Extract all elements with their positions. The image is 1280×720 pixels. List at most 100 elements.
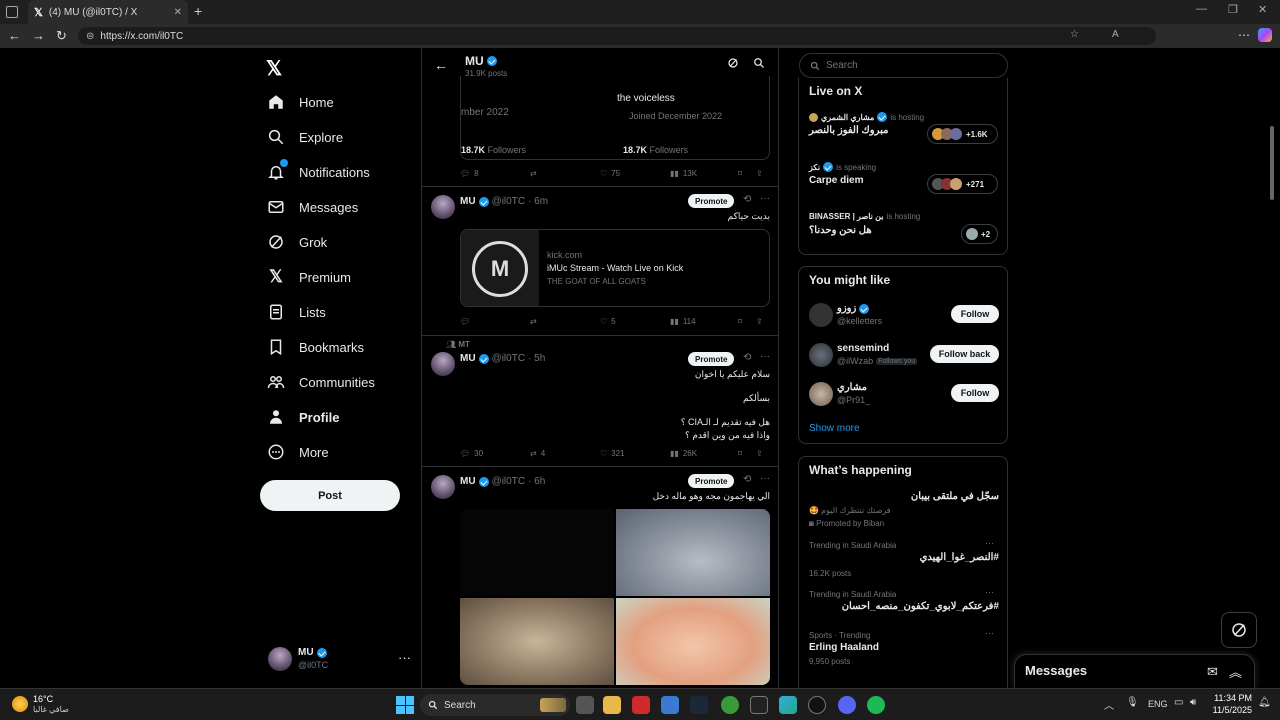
tab-actions-icon[interactable] bbox=[6, 6, 18, 18]
more-dots-icon[interactable]: ··· bbox=[985, 587, 994, 597]
share-button[interactable]: ⇪ bbox=[756, 449, 763, 458]
close-window-icon[interactable]: ✕ bbox=[1258, 3, 1267, 16]
weather-icon[interactable] bbox=[12, 696, 28, 712]
post-button[interactable]: Post bbox=[260, 480, 400, 511]
more-dots-icon[interactable]: ··· bbox=[985, 538, 994, 548]
live-item[interactable]: مشاري الشمري is hosting مبروك الفوز بالنص… bbox=[809, 112, 999, 152]
steam-icon[interactable] bbox=[690, 696, 708, 714]
live-item[interactable]: BINASSER | بن ناصر is hosting هل نحن وحدن… bbox=[809, 212, 999, 252]
epic-games-icon[interactable] bbox=[750, 696, 768, 714]
quoted-card[interactable]: mber 2022 the voiceless Joined December … bbox=[460, 76, 770, 160]
minimize-icon[interactable]: — bbox=[1196, 3, 1207, 15]
discord-icon[interactable] bbox=[838, 696, 856, 714]
favorite-icon[interactable]: ☆ bbox=[1070, 29, 1079, 40]
promoted-trend[interactable]: سجّل في ملتقى بيبان فرصتك تنتظرك اليوم 🤩… bbox=[809, 489, 999, 531]
like-button[interactable]: ♡ 75 bbox=[600, 169, 670, 178]
listeners-pill[interactable]: +2 bbox=[961, 224, 998, 244]
like-button[interactable]: ♡ 5 bbox=[600, 317, 670, 326]
share-button[interactable]: ⇪ bbox=[756, 317, 763, 326]
author-name[interactable]: MU bbox=[460, 476, 476, 487]
reply-button[interactable]: 💬︎ bbox=[460, 317, 530, 326]
views-button[interactable]: ▮▮ 13K bbox=[670, 169, 738, 178]
new-tab-icon[interactable]: + bbox=[194, 3, 202, 19]
suggestion-row[interactable]: مشاري @Pr91_ Follow bbox=[809, 380, 999, 410]
bookmark-button[interactable]: ⌑ bbox=[738, 169, 756, 178]
copilot-icon[interactable] bbox=[1258, 28, 1272, 42]
language-indicator[interactable]: ENG bbox=[1148, 699, 1168, 709]
suggestion-row[interactable]: زوزو @kelletters Follow bbox=[809, 301, 999, 331]
clock-time[interactable]: 11:34 PM bbox=[1212, 693, 1252, 703]
back-arrow-icon[interactable]: ← bbox=[434, 57, 448, 73]
search-input[interactable]: Search bbox=[799, 53, 1008, 78]
post-time[interactable]: · 5h bbox=[528, 353, 545, 364]
retweet-button[interactable]: ⇄ bbox=[530, 169, 600, 178]
author-name[interactable]: MU bbox=[460, 196, 476, 207]
promote-button[interactable]: Promote bbox=[688, 352, 735, 366]
network-icon[interactable]: ▭ bbox=[1174, 697, 1183, 708]
more-dots-icon[interactable]: ··· bbox=[760, 473, 770, 484]
bookmark-button[interactable]: ⌑ bbox=[738, 317, 756, 326]
listeners-pill[interactable]: +1.6K bbox=[927, 124, 998, 144]
refresh-icon[interactable]: ↻ bbox=[56, 28, 67, 44]
back-icon[interactable]: ← bbox=[8, 28, 21, 43]
address-bar[interactable]: ⊜ https://x.com/il0TC ☆ A bbox=[78, 27, 1156, 45]
spotify-icon[interactable] bbox=[867, 696, 885, 714]
messages-dock[interactable]: Messages ✉ ︽ bbox=[1014, 654, 1255, 688]
share-button[interactable]: ⇪ bbox=[756, 169, 763, 178]
nav-explore[interactable]: Explore bbox=[266, 126, 343, 148]
like-button[interactable]: ♡ 321 bbox=[600, 449, 670, 458]
media-image[interactable] bbox=[460, 509, 614, 596]
more-dots-icon[interactable]: ··· bbox=[760, 351, 770, 362]
nav-bookmarks[interactable]: Bookmarks bbox=[266, 336, 364, 358]
browser-tab[interactable]: 𝕏 (4) MU (@il0TC) / X ✕ bbox=[28, 0, 188, 24]
chevron-up-icon[interactable]: ︿ bbox=[1104, 697, 1114, 712]
more-dots-icon[interactable]: ··· bbox=[760, 193, 770, 204]
maximize-icon[interactable]: ❐ bbox=[1228, 3, 1238, 16]
read-aloud-icon[interactable]: A bbox=[1112, 29, 1119, 40]
edge-icon[interactable] bbox=[779, 696, 797, 714]
reply-button[interactable]: 💬︎ 30 bbox=[460, 449, 530, 458]
file-explorer-icon[interactable] bbox=[603, 696, 621, 714]
bookmark-button[interactable]: ⌑ bbox=[738, 449, 756, 458]
forward-icon[interactable]: → bbox=[32, 28, 45, 43]
trend-item[interactable]: Sports · Trending ··· Erling Haaland 9,9… bbox=[809, 628, 999, 673]
grok-icon[interactable] bbox=[727, 57, 739, 69]
live-item[interactable]: نكز is speaking Carpe diem +271 bbox=[809, 162, 999, 202]
grok-floating-button[interactable] bbox=[1221, 612, 1257, 648]
show-more-link[interactable]: Show more bbox=[809, 423, 860, 434]
new-message-icon[interactable]: ✉ bbox=[1207, 664, 1218, 680]
chevron-up-icon[interactable]: ︽ bbox=[1229, 662, 1242, 681]
retweet-button[interactable]: ⇄ bbox=[530, 317, 600, 326]
app-red-icon[interactable] bbox=[632, 696, 650, 714]
xbox-icon[interactable] bbox=[721, 696, 739, 714]
more-dots-icon[interactable]: ··· bbox=[985, 628, 994, 638]
post-time[interactable]: · 6h bbox=[528, 476, 545, 487]
nav-profile[interactable]: Profile bbox=[266, 406, 339, 428]
media-grid[interactable] bbox=[460, 509, 770, 685]
media-image-cartoon-cat[interactable] bbox=[616, 509, 770, 596]
search-icon[interactable] bbox=[753, 57, 765, 69]
trend-item[interactable]: Trending in Saudi Arabia ··· #فرعتكم_لاب… bbox=[809, 587, 999, 628]
site-info-icon[interactable]: ⊜ bbox=[86, 31, 94, 42]
nav-more[interactable]: More bbox=[266, 441, 329, 463]
trend-item[interactable]: Trending in Saudi Arabia ··· #النصر_غوا_… bbox=[809, 538, 999, 583]
nav-notifications[interactable]: Notifications bbox=[266, 159, 370, 183]
avatar[interactable] bbox=[431, 352, 455, 376]
nav-messages[interactable]: Messages bbox=[266, 196, 358, 218]
grok-icon[interactable]: ⟲ bbox=[743, 474, 751, 485]
start-icon[interactable] bbox=[396, 696, 414, 714]
nav-grok[interactable]: Grok bbox=[266, 231, 327, 253]
grok-icon[interactable]: ⟲ bbox=[743, 194, 751, 205]
browser-menu-icon[interactable]: ⋯ bbox=[1238, 28, 1250, 42]
suggestion-row[interactable]: sensemind @ilWzab Follows you Follow back bbox=[809, 341, 999, 371]
reply-button[interactable]: 💬︎ 8 bbox=[460, 169, 530, 178]
clock-date[interactable]: 11/5/2025 bbox=[1208, 705, 1252, 715]
microphone-icon[interactable]: 🎙︎ bbox=[1126, 697, 1139, 708]
follow-button[interactable]: Follow bbox=[951, 305, 999, 323]
author-name[interactable]: MU bbox=[460, 353, 476, 364]
nav-premium[interactable]: 𝕏 Premium bbox=[266, 266, 351, 288]
follow-button[interactable]: Follow bbox=[951, 384, 999, 402]
app-grok-icon[interactable] bbox=[808, 696, 826, 714]
follow-back-button[interactable]: Follow back bbox=[930, 345, 999, 363]
retweet-button[interactable]: ⇄ 4 bbox=[530, 449, 600, 458]
